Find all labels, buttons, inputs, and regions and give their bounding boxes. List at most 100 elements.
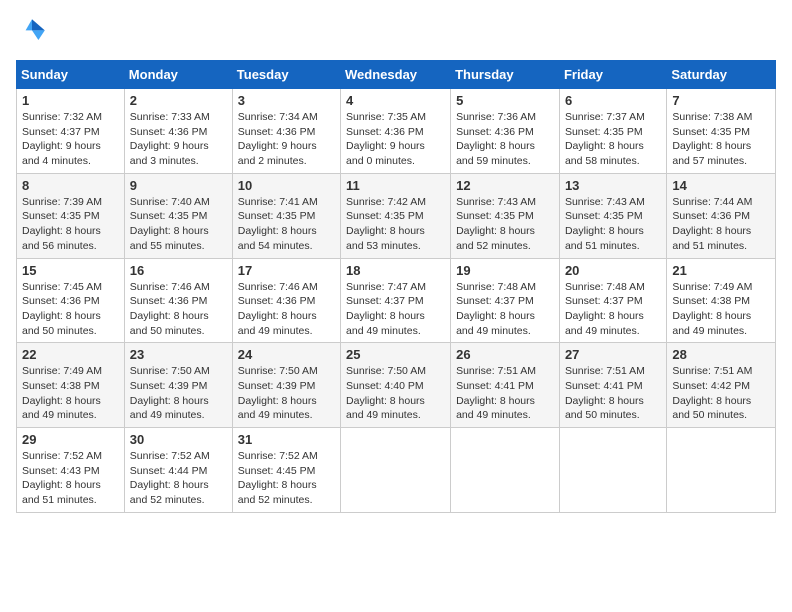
calendar-cell xyxy=(667,428,776,513)
day-info: Sunrise: 7:46 AM Sunset: 4:36 PM Dayligh… xyxy=(238,280,335,339)
calendar-cell: 8 Sunrise: 7:39 AM Sunset: 4:35 PM Dayli… xyxy=(17,173,125,258)
day-number: 12 xyxy=(456,178,554,193)
day-info: Sunrise: 7:51 AM Sunset: 4:41 PM Dayligh… xyxy=(456,364,554,423)
calendar-cell: 21 Sunrise: 7:49 AM Sunset: 4:38 PM Dayl… xyxy=(667,258,776,343)
calendar-cell: 4 Sunrise: 7:35 AM Sunset: 4:36 PM Dayli… xyxy=(341,89,451,174)
day-number: 5 xyxy=(456,93,554,108)
day-number: 26 xyxy=(456,347,554,362)
weekday-header-thursday: Thursday xyxy=(451,61,560,89)
calendar-cell: 11 Sunrise: 7:42 AM Sunset: 4:35 PM Dayl… xyxy=(341,173,451,258)
weekday-header-sunday: Sunday xyxy=(17,61,125,89)
calendar-cell: 17 Sunrise: 7:46 AM Sunset: 4:36 PM Dayl… xyxy=(232,258,340,343)
calendar-week-row: 1 Sunrise: 7:32 AM Sunset: 4:37 PM Dayli… xyxy=(17,89,776,174)
day-number: 9 xyxy=(130,178,227,193)
calendar-week-row: 15 Sunrise: 7:45 AM Sunset: 4:36 PM Dayl… xyxy=(17,258,776,343)
day-info: Sunrise: 7:43 AM Sunset: 4:35 PM Dayligh… xyxy=(565,195,661,254)
day-info: Sunrise: 7:49 AM Sunset: 4:38 PM Dayligh… xyxy=(672,280,770,339)
day-number: 3 xyxy=(238,93,335,108)
weekday-header-saturday: Saturday xyxy=(667,61,776,89)
calendar-week-row: 29 Sunrise: 7:52 AM Sunset: 4:43 PM Dayl… xyxy=(17,428,776,513)
weekday-header-monday: Monday xyxy=(124,61,232,89)
day-number: 13 xyxy=(565,178,661,193)
page-header xyxy=(16,16,776,48)
day-number: 29 xyxy=(22,432,119,447)
day-info: Sunrise: 7:47 AM Sunset: 4:37 PM Dayligh… xyxy=(346,280,445,339)
day-info: Sunrise: 7:49 AM Sunset: 4:38 PM Dayligh… xyxy=(22,364,119,423)
day-info: Sunrise: 7:51 AM Sunset: 4:41 PM Dayligh… xyxy=(565,364,661,423)
calendar-cell: 2 Sunrise: 7:33 AM Sunset: 4:36 PM Dayli… xyxy=(124,89,232,174)
calendar-cell: 22 Sunrise: 7:49 AM Sunset: 4:38 PM Dayl… xyxy=(17,343,125,428)
calendar-cell: 26 Sunrise: 7:51 AM Sunset: 4:41 PM Dayl… xyxy=(451,343,560,428)
day-info: Sunrise: 7:51 AM Sunset: 4:42 PM Dayligh… xyxy=(672,364,770,423)
day-number: 27 xyxy=(565,347,661,362)
weekday-header-row: SundayMondayTuesdayWednesdayThursdayFrid… xyxy=(17,61,776,89)
calendar-cell: 7 Sunrise: 7:38 AM Sunset: 4:35 PM Dayli… xyxy=(667,89,776,174)
day-info: Sunrise: 7:50 AM Sunset: 4:39 PM Dayligh… xyxy=(130,364,227,423)
calendar-cell: 1 Sunrise: 7:32 AM Sunset: 4:37 PM Dayli… xyxy=(17,89,125,174)
day-number: 25 xyxy=(346,347,445,362)
day-info: Sunrise: 7:50 AM Sunset: 4:39 PM Dayligh… xyxy=(238,364,335,423)
day-info: Sunrise: 7:39 AM Sunset: 4:35 PM Dayligh… xyxy=(22,195,119,254)
calendar-cell: 9 Sunrise: 7:40 AM Sunset: 4:35 PM Dayli… xyxy=(124,173,232,258)
day-info: Sunrise: 7:46 AM Sunset: 4:36 PM Dayligh… xyxy=(130,280,227,339)
day-number: 20 xyxy=(565,263,661,278)
day-number: 23 xyxy=(130,347,227,362)
day-info: Sunrise: 7:37 AM Sunset: 4:35 PM Dayligh… xyxy=(565,110,661,169)
day-info: Sunrise: 7:52 AM Sunset: 4:44 PM Dayligh… xyxy=(130,449,227,508)
calendar-cell: 27 Sunrise: 7:51 AM Sunset: 4:41 PM Dayl… xyxy=(559,343,666,428)
day-number: 17 xyxy=(238,263,335,278)
day-number: 24 xyxy=(238,347,335,362)
day-number: 6 xyxy=(565,93,661,108)
day-number: 8 xyxy=(22,178,119,193)
calendar-week-row: 8 Sunrise: 7:39 AM Sunset: 4:35 PM Dayli… xyxy=(17,173,776,258)
logo xyxy=(16,16,52,48)
day-number: 15 xyxy=(22,263,119,278)
day-number: 18 xyxy=(346,263,445,278)
calendar-cell: 14 Sunrise: 7:44 AM Sunset: 4:36 PM Dayl… xyxy=(667,173,776,258)
calendar-cell: 6 Sunrise: 7:37 AM Sunset: 4:35 PM Dayli… xyxy=(559,89,666,174)
weekday-header-wednesday: Wednesday xyxy=(341,61,451,89)
calendar-cell: 30 Sunrise: 7:52 AM Sunset: 4:44 PM Dayl… xyxy=(124,428,232,513)
day-info: Sunrise: 7:32 AM Sunset: 4:37 PM Dayligh… xyxy=(22,110,119,169)
calendar-table: SundayMondayTuesdayWednesdayThursdayFrid… xyxy=(16,60,776,513)
calendar-cell: 10 Sunrise: 7:41 AM Sunset: 4:35 PM Dayl… xyxy=(232,173,340,258)
calendar-cell: 25 Sunrise: 7:50 AM Sunset: 4:40 PM Dayl… xyxy=(341,343,451,428)
day-info: Sunrise: 7:52 AM Sunset: 4:43 PM Dayligh… xyxy=(22,449,119,508)
weekday-header-tuesday: Tuesday xyxy=(232,61,340,89)
calendar-cell: 19 Sunrise: 7:48 AM Sunset: 4:37 PM Dayl… xyxy=(451,258,560,343)
calendar-cell: 18 Sunrise: 7:47 AM Sunset: 4:37 PM Dayl… xyxy=(341,258,451,343)
day-info: Sunrise: 7:43 AM Sunset: 4:35 PM Dayligh… xyxy=(456,195,554,254)
day-info: Sunrise: 7:34 AM Sunset: 4:36 PM Dayligh… xyxy=(238,110,335,169)
day-number: 7 xyxy=(672,93,770,108)
day-number: 14 xyxy=(672,178,770,193)
calendar-cell: 15 Sunrise: 7:45 AM Sunset: 4:36 PM Dayl… xyxy=(17,258,125,343)
day-number: 2 xyxy=(130,93,227,108)
calendar-cell: 13 Sunrise: 7:43 AM Sunset: 4:35 PM Dayl… xyxy=(559,173,666,258)
day-info: Sunrise: 7:48 AM Sunset: 4:37 PM Dayligh… xyxy=(456,280,554,339)
day-number: 30 xyxy=(130,432,227,447)
day-number: 1 xyxy=(22,93,119,108)
day-info: Sunrise: 7:45 AM Sunset: 4:36 PM Dayligh… xyxy=(22,280,119,339)
calendar-cell: 23 Sunrise: 7:50 AM Sunset: 4:39 PM Dayl… xyxy=(124,343,232,428)
day-number: 31 xyxy=(238,432,335,447)
day-number: 11 xyxy=(346,178,445,193)
day-info: Sunrise: 7:40 AM Sunset: 4:35 PM Dayligh… xyxy=(130,195,227,254)
day-info: Sunrise: 7:52 AM Sunset: 4:45 PM Dayligh… xyxy=(238,449,335,508)
calendar-cell xyxy=(451,428,560,513)
calendar-cell: 28 Sunrise: 7:51 AM Sunset: 4:42 PM Dayl… xyxy=(667,343,776,428)
day-info: Sunrise: 7:38 AM Sunset: 4:35 PM Dayligh… xyxy=(672,110,770,169)
calendar-cell: 24 Sunrise: 7:50 AM Sunset: 4:39 PM Dayl… xyxy=(232,343,340,428)
calendar-cell xyxy=(559,428,666,513)
day-number: 4 xyxy=(346,93,445,108)
day-number: 21 xyxy=(672,263,770,278)
day-info: Sunrise: 7:48 AM Sunset: 4:37 PM Dayligh… xyxy=(565,280,661,339)
calendar-cell: 5 Sunrise: 7:36 AM Sunset: 4:36 PM Dayli… xyxy=(451,89,560,174)
day-number: 19 xyxy=(456,263,554,278)
calendar-cell: 20 Sunrise: 7:48 AM Sunset: 4:37 PM Dayl… xyxy=(559,258,666,343)
calendar-cell: 29 Sunrise: 7:52 AM Sunset: 4:43 PM Dayl… xyxy=(17,428,125,513)
calendar-cell: 16 Sunrise: 7:46 AM Sunset: 4:36 PM Dayl… xyxy=(124,258,232,343)
calendar-cell: 3 Sunrise: 7:34 AM Sunset: 4:36 PM Dayli… xyxy=(232,89,340,174)
day-info: Sunrise: 7:44 AM Sunset: 4:36 PM Dayligh… xyxy=(672,195,770,254)
day-number: 10 xyxy=(238,178,335,193)
day-info: Sunrise: 7:42 AM Sunset: 4:35 PM Dayligh… xyxy=(346,195,445,254)
